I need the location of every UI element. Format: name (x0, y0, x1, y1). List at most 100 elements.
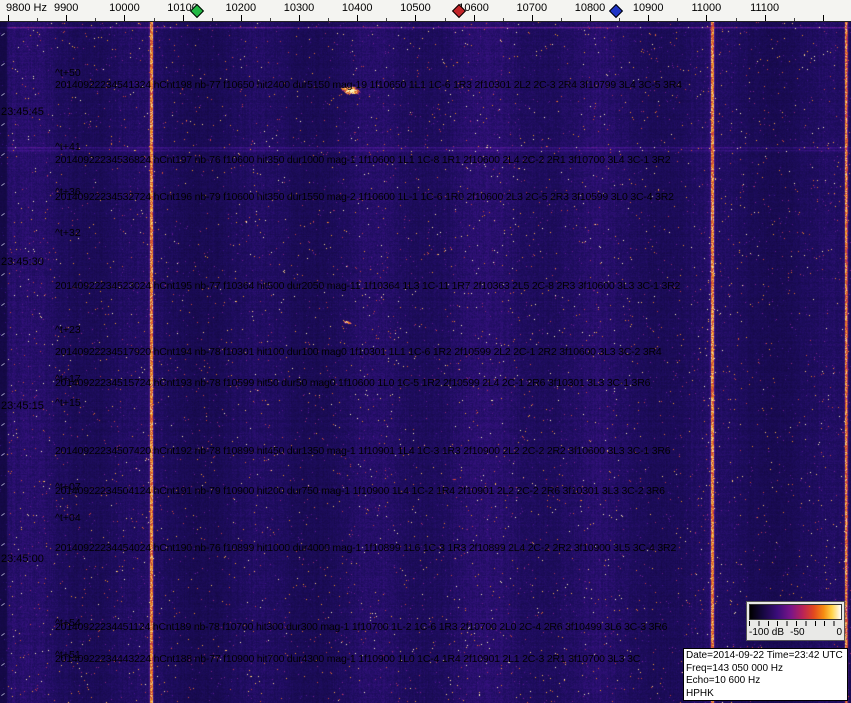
annotation-overlay: 23:45:45 23:45:30 23:45:15 23:45:00 ^t+50 ^t+… (0, 0, 851, 703)
ruler-tick (8, 15, 9, 21)
time-tick (1, 92, 5, 97)
freq-label: 10400 (341, 2, 373, 14)
time-tick (1, 482, 5, 487)
event-time-tag: ^t+41 (55, 141, 81, 153)
time-tick (1, 122, 5, 127)
frequency-ruler: 9800 Hz 9900 10000 10100 10200 10300 10400 1050… (0, 0, 851, 22)
time-tick (1, 632, 5, 637)
ruler-tick (822, 15, 824, 21)
time-axis-label: 23:45:45 (1, 106, 44, 118)
time-tick (1, 182, 5, 187)
ruler-tick (677, 18, 679, 21)
ruler-tick (182, 15, 184, 21)
time-tick (1, 362, 5, 367)
ruler-tick (211, 18, 213, 21)
time-tick (1, 662, 5, 667)
info-line-freq: Freq=143 050 000 Hz (686, 662, 784, 674)
color-gradient-bar (749, 604, 842, 620)
ruler-tick (95, 18, 97, 21)
ruler-tick (386, 18, 388, 21)
ruler-tick (560, 18, 562, 21)
ruler-tick (153, 18, 155, 21)
legend-label-max: 0 (836, 627, 842, 638)
event-time-tag: ^t+50 (55, 67, 81, 79)
freq-label: 11100 (750, 2, 780, 14)
info-box: Date=2014-09-22 Time=23:42 UTC Freq=143 … (683, 648, 848, 701)
detection-line: 20140922234454024 hCnt190 nb-76 f10899 h… (55, 542, 677, 554)
ruler-tick (735, 18, 737, 21)
time-tick (1, 692, 5, 697)
freq-label: 10000 (109, 2, 140, 14)
event-time-tag: ^t+23 (55, 324, 81, 336)
info-line-echo: Echo=10 600 Hz (686, 675, 761, 686)
detection-line: 20140922234443224 hCnt188 nb-77 f10900 h… (55, 653, 641, 665)
freq-label: 10500 (400, 2, 431, 14)
detection-line: 20140922234517920 hCnt194 nb-78 f10301 h… (55, 346, 662, 358)
freq-label: 10300 (283, 2, 315, 14)
time-axis-label: 23:45:00 (1, 553, 44, 565)
time-tick (1, 302, 5, 307)
ruler-tick (619, 18, 621, 21)
legend-ticks (749, 621, 842, 626)
event-time-tag: ^t+04 (55, 512, 81, 524)
freq-label: 10900 (632, 2, 664, 14)
freq-label: 10200 (225, 2, 257, 14)
time-tick (1, 242, 5, 247)
time-tick (1, 62, 5, 67)
color-scale-legend: -100 dB -50 0 (746, 601, 845, 641)
ruler-tick (328, 18, 330, 21)
ruler-tick (66, 15, 68, 21)
freq-label: 10800 (574, 2, 606, 14)
ruler-tick (240, 15, 242, 21)
time-tick (1, 422, 5, 427)
freq-label: 11000 (691, 2, 722, 14)
spectrogram-app: 23:45:45 23:45:30 23:45:15 23:45:00 ^t+50 ^t+… (0, 0, 851, 703)
ruler-tick (415, 15, 417, 21)
time-tick (1, 512, 5, 517)
detection-line: 20140922234523024 hCnt195 nb-77 f10364 h… (55, 280, 681, 292)
time-tick (1, 572, 5, 577)
event-time-tag: ^t+15 (55, 397, 81, 409)
ruler-tick (124, 15, 126, 21)
info-line-station: HPHK (686, 687, 714, 699)
ruler-tick (706, 15, 708, 21)
event-time-tag: ^t+32 (55, 227, 81, 239)
detection-line: 20140922234504124 hCnt191 nb-79 f10900 h… (55, 485, 665, 497)
ruler-tick (648, 15, 650, 21)
detection-line: 20140922234532724 hCnt196 nb-79 f10600 h… (55, 191, 674, 203)
freq-label: 10700 (516, 2, 548, 14)
ruler-tick (531, 15, 533, 21)
detection-line: 20140922234507420 hCnt192 nb-78 f10899 h… (55, 445, 671, 457)
detection-line: 20140922234536824 hCnt197 nb-76 f10600 h… (55, 154, 671, 166)
freq-label: 9800 Hz (6, 2, 47, 14)
ruler-tick (502, 18, 504, 21)
time-tick (1, 542, 5, 547)
ruler-tick (764, 15, 766, 21)
ruler-tick (299, 15, 300, 21)
ruler-tick (357, 15, 359, 21)
time-tick (1, 152, 5, 157)
freq-label: 9900 (53, 2, 79, 14)
info-line-date: Date=2014-09-22 Time=23:42 UTC (686, 650, 843, 661)
time-axis-label: 23:45:30 (1, 256, 44, 268)
ruler-tick (444, 18, 446, 21)
legend-label-min: -100 dB (749, 627, 785, 638)
ruler-tick (37, 18, 39, 21)
detection-line: 20140922234451124 hCnt189 nb-78 f10700 h… (55, 621, 668, 633)
time-tick (1, 212, 5, 217)
marker-diamond-blue[interactable] (609, 3, 624, 19)
legend-label-mid: -50 (790, 627, 805, 638)
legend-labels: -100 dB -50 0 (749, 627, 842, 639)
time-tick (1, 602, 5, 607)
detection-line: 20140922234541324 hCnt198 nb-77 f10650 h… (55, 79, 682, 91)
time-tick (1, 452, 5, 457)
ruler-tick (590, 15, 591, 21)
ruler-tick (269, 18, 271, 21)
ruler-tick (473, 15, 475, 21)
time-tick (1, 392, 5, 397)
detection-line: 20140922234515724 hCnt193 nb-78 f10599 h… (55, 377, 651, 389)
time-axis-label: 23:45:15 (1, 400, 44, 412)
time-tick (1, 332, 5, 337)
ruler-tick (793, 18, 795, 21)
time-tick (1, 32, 5, 37)
